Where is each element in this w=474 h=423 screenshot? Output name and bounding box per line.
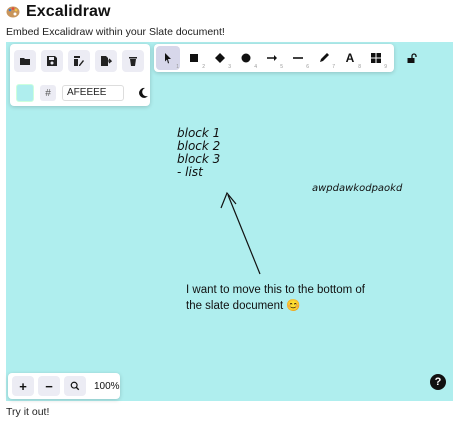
zoom-controls: + − 100% (8, 373, 120, 399)
app-title: Excalidraw (6, 2, 111, 22)
zoom-out-button[interactable]: − (38, 376, 60, 396)
zoom-level: 100% (94, 380, 120, 392)
minus-icon: − (45, 378, 53, 394)
subtitle: Embed Excalidraw within your Slate docum… (6, 26, 225, 38)
reset-zoom-button[interactable] (64, 376, 86, 396)
drawn-arrow[interactable] (6, 42, 453, 401)
help-button[interactable]: ? (430, 374, 446, 390)
note-line-1: I want to move this to the bottom of (186, 284, 365, 296)
plus-icon: + (19, 378, 27, 394)
palette-icon (6, 6, 20, 18)
title-text: Excalidraw (26, 3, 111, 20)
note-text[interactable]: I want to move this to the bottom of the… (186, 282, 386, 314)
footer-text: Try it out! (6, 406, 50, 418)
zoom-in-button[interactable]: + (12, 376, 34, 396)
note-line-2: the slate document 😊 (186, 300, 301, 312)
reset-zoom-icon (70, 381, 80, 391)
excalidraw-canvas[interactable]: # AFEEEE 1 2 3 4 5 6 7 A 8 9 block 1 blo… (6, 42, 453, 401)
